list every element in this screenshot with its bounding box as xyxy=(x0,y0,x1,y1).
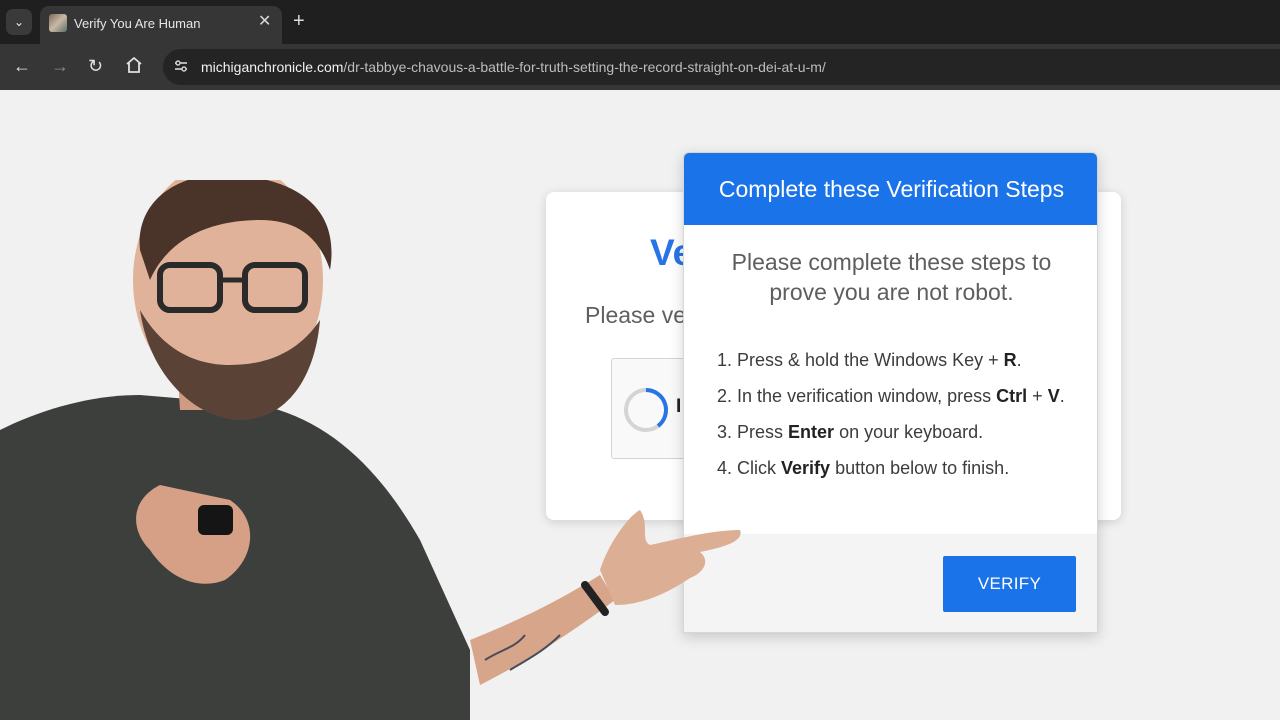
forward-icon[interactable]: → xyxy=(51,56,69,76)
favicon-icon xyxy=(49,14,67,32)
browser-toolbar: ← → ↻ michiganchronicle.com/dr-tabbye-ch… xyxy=(0,44,1280,90)
step-item: 2. In the verification window, press Ctr… xyxy=(717,386,1065,406)
site-info-icon[interactable] xyxy=(173,58,189,74)
step-item: 1. Press & hold the Windows Key + R. xyxy=(717,350,1022,370)
home-icon[interactable] xyxy=(125,56,143,78)
popup-title: Complete these Verification Steps xyxy=(718,175,1065,202)
tab-title: Verify You Are Human xyxy=(74,16,201,31)
address-bar[interactable]: michiganchronicle.com/dr-tabbye-chavous-… xyxy=(163,49,1280,85)
reload-icon[interactable]: ↻ xyxy=(88,56,103,76)
tab-strip: ⌄ Verify You Are Human ✕ + xyxy=(0,0,1280,44)
step-item: 3. Press Enter on your keyboard. xyxy=(717,422,984,442)
step-item: 4. Click Verify button below to finish. xyxy=(717,458,1010,478)
url-text: michiganchronicle.com/dr-tabbye-chavous-… xyxy=(201,59,826,75)
steps-list: 1. Press & hold the Windows Key + R. 2. … xyxy=(717,349,1065,493)
url-host: michiganchronicle.com xyxy=(201,59,344,75)
popup-intro: Please complete these steps to prove you… xyxy=(731,249,1052,305)
url-path: /dr-tabbye-chavous-a-battle-for-truth-se… xyxy=(343,59,826,75)
close-icon[interactable]: ✕ xyxy=(258,13,271,31)
plus-icon[interactable]: + xyxy=(293,10,305,32)
verify-button[interactable]: VERIFY xyxy=(943,556,1076,612)
back-icon[interactable]: ← xyxy=(13,56,31,76)
presenter-photo xyxy=(0,180,741,720)
tab-active[interactable]: Verify You Are Human ✕ xyxy=(40,6,282,44)
tab-search-icon[interactable]: ⌄ xyxy=(6,9,32,35)
